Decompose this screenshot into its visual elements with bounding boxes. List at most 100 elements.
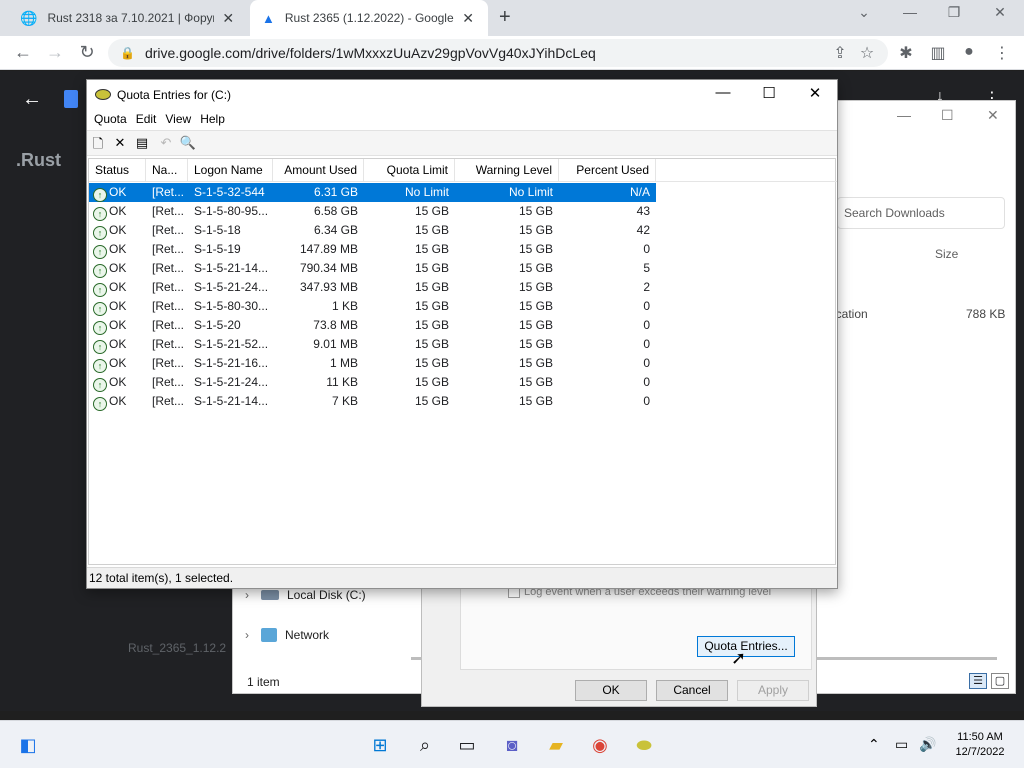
volume-icon[interactable]: 🔊 bbox=[919, 736, 936, 753]
cell-text: OK bbox=[109, 318, 127, 332]
column-header-amount-used[interactable]: Amount Used bbox=[273, 159, 364, 182]
address-bar[interactable]: 🔒 drive.google.com/drive/folders/1wMxxxz… bbox=[108, 39, 888, 67]
cell-warn: 15 GB bbox=[455, 202, 559, 221]
minimize-button[interactable]: — bbox=[898, 4, 922, 20]
side-panel-icon[interactable]: ▥ bbox=[928, 43, 948, 63]
bookmark-star-icon[interactable]: ☆ bbox=[857, 43, 877, 63]
cell-name: [Ret... bbox=[146, 278, 188, 297]
table-row[interactable]: ↑ OK [Ret... S-1-5-21-24... 347.93 MB 15 GB 15… bbox=[89, 278, 656, 297]
system-clock[interactable]: 11:50 AM 12/7/2022 bbox=[948, 730, 1012, 760]
close-icon[interactable]: ✕ bbox=[220, 10, 236, 27]
undo-icon[interactable]: ↶ bbox=[157, 135, 175, 153]
minimize-button[interactable]: — bbox=[897, 107, 911, 123]
table-row[interactable]: ↑ OK [Ret... S-1-5-18 6.34 GB 15 GB 15 GB 42 bbox=[89, 221, 656, 240]
search-downloads-input[interactable]: Search Downloads bbox=[837, 197, 1005, 229]
cell-text: [Ret... bbox=[152, 394, 185, 408]
task-view-icon[interactable]: ▭ bbox=[455, 733, 479, 757]
window-title-bar[interactable]: Quota Entries for (C:) — ☐ ✕ bbox=[87, 80, 837, 109]
column-header-name[interactable]: Na... bbox=[146, 159, 188, 182]
new-tab-button[interactable]: + bbox=[499, 6, 511, 29]
extensions-icon[interactable]: ✱ bbox=[896, 43, 916, 63]
properties-icon[interactable]: ▤ bbox=[133, 135, 151, 153]
reload-button[interactable]: ↻ bbox=[76, 42, 98, 63]
cell-pct: 5 bbox=[559, 259, 656, 278]
folder-title: .Rust bbox=[16, 150, 61, 170]
menu-quota[interactable]: Quota bbox=[94, 112, 127, 126]
close-window-button[interactable]: ✕ bbox=[988, 4, 1012, 21]
cell-pct: 2 bbox=[559, 278, 656, 297]
table-row[interactable]: ↑ OK [Ret... S-1-5-19 147.89 MB 15 GB 15 GB 0 bbox=[89, 240, 656, 259]
minimize-button[interactable]: — bbox=[709, 84, 737, 101]
tab-google-drive[interactable]: ▲ Rust 2365 (1.12.2022) - Google D ✕ bbox=[250, 0, 488, 36]
cell-text: S-1-5-80-95... bbox=[194, 204, 269, 218]
chrome-icon[interactable]: ◉ bbox=[588, 733, 612, 757]
table-row[interactable]: ↑ OK [Ret... S-1-5-32-544 6.31 GB No Limit No … bbox=[89, 183, 656, 202]
restore-button[interactable]: ❐ bbox=[942, 4, 966, 21]
tree-item-network[interactable]: › Network bbox=[245, 628, 329, 642]
table-row[interactable]: ↑ OK [Ret... S-1-5-21-52... 9.01 MB 15 GB 15 G… bbox=[89, 335, 656, 354]
close-window-button[interactable]: ✕ bbox=[987, 107, 999, 124]
cell-text: 15 GB bbox=[414, 204, 449, 218]
tree-item-local-disk[interactable]: › Local Disk (C:) bbox=[245, 588, 366, 602]
delete-icon[interactable]: ✕ bbox=[111, 135, 129, 153]
widgets-icon[interactable]: ◧ bbox=[16, 733, 40, 757]
drive-file-name[interactable]: Rust_2365_1.12.2 bbox=[128, 641, 226, 655]
maximize-button[interactable]: ☐ bbox=[755, 84, 783, 102]
apply-button[interactable]: Apply bbox=[737, 680, 809, 701]
table-row[interactable]: ↑ OK [Ret... S-1-5-80-95... 6.58 GB 15 GB 15 G… bbox=[89, 202, 656, 221]
column-header-warning-level[interactable]: Warning Level bbox=[455, 159, 559, 182]
cell-status: ↑ OK bbox=[89, 335, 146, 354]
start-menu-icon[interactable]: ⊞ bbox=[368, 733, 392, 757]
maximize-button[interactable]: ☐ bbox=[941, 107, 954, 124]
table-row[interactable]: ↑ OK [Ret... S-1-5-21-24... 11 KB 15 GB 15 GB 0 bbox=[89, 373, 656, 392]
menu-edit[interactable]: Edit bbox=[136, 112, 157, 126]
close-window-button[interactable]: ✕ bbox=[801, 84, 829, 102]
cell-used: 73.8 MB bbox=[273, 316, 364, 335]
cancel-button[interactable]: Cancel bbox=[656, 680, 728, 701]
chevron-up-icon[interactable]: ⌃ bbox=[868, 736, 880, 753]
cell-used: 1 KB bbox=[273, 297, 364, 316]
close-icon[interactable]: ✕ bbox=[460, 10, 476, 27]
column-header-status[interactable]: Status bbox=[89, 159, 146, 182]
file-explorer-icon[interactable]: ▰ bbox=[544, 733, 568, 757]
status-ok-icon: ↑ bbox=[93, 359, 107, 373]
network-status-icon[interactable]: ▭ bbox=[895, 736, 908, 753]
cell-limit: 15 GB bbox=[364, 240, 455, 259]
cell-used: 6.34 GB bbox=[273, 221, 364, 240]
cell-text: 15 GB bbox=[414, 280, 449, 294]
search-icon[interactable]: ⌕ bbox=[413, 733, 437, 757]
column-header-logon-name[interactable]: Logon Name bbox=[188, 159, 273, 182]
cell-text: OK bbox=[109, 242, 127, 256]
cell-text: 73.8 MB bbox=[313, 318, 358, 332]
table-row[interactable]: ↑ OK [Ret... S-1-5-80-30... 1 KB 15 GB 15 GB 0 bbox=[89, 297, 656, 316]
column-header-quota-limit[interactable]: Quota Limit bbox=[364, 159, 455, 182]
table-row[interactable]: ↑ OK [Ret... S-1-5-21-14... 7 KB 15 GB 15 GB 0 bbox=[89, 392, 656, 411]
cell-text: OK bbox=[109, 185, 127, 199]
tab-forum[interactable]: 🌐 Rust 2318 за 7.10.2021 | Форум ✕ bbox=[8, 0, 248, 36]
tiles-view-icon[interactable]: ▢ bbox=[991, 673, 1009, 689]
forward-button[interactable]: → bbox=[44, 42, 66, 63]
cell-text: OK bbox=[109, 375, 127, 389]
chat-icon[interactable]: ◙ bbox=[500, 733, 524, 757]
more-menu-icon[interactable]: ⋮ bbox=[992, 43, 1012, 63]
column-header-percent-used[interactable]: Percent Used bbox=[559, 159, 656, 182]
profile-avatar-icon[interactable]: ● bbox=[959, 43, 979, 61]
arrow-back-icon[interactable]: ← bbox=[22, 88, 42, 111]
back-button[interactable]: ← bbox=[12, 42, 34, 63]
cell-text: 2 bbox=[643, 280, 650, 294]
quota-app-taskbar-icon[interactable]: ⬬ bbox=[632, 733, 656, 757]
cell-text: S-1-5-21-14... bbox=[194, 261, 269, 275]
find-icon[interactable]: 🔍 bbox=[179, 135, 197, 153]
table-row[interactable]: ↑ OK [Ret... S-1-5-21-14... 790.34 MB 15 GB 15… bbox=[89, 259, 656, 278]
column-header-size[interactable]: Size bbox=[935, 247, 958, 261]
details-view-icon[interactable]: ☰ bbox=[969, 673, 987, 689]
share-icon[interactable]: ⇪ bbox=[830, 43, 850, 63]
menu-help[interactable]: Help bbox=[200, 112, 225, 126]
cell-status: ↑ OK bbox=[89, 392, 146, 411]
table-row[interactable]: ↑ OK [Ret... S-1-5-20 73.8 MB 15 GB 15 GB 0 bbox=[89, 316, 656, 335]
new-entry-icon[interactable]: 🗋 bbox=[89, 135, 107, 153]
chevron-down-icon[interactable]: ⌄ bbox=[852, 4, 876, 21]
ok-button[interactable]: OK bbox=[575, 680, 647, 701]
table-row[interactable]: ↑ OK [Ret... S-1-5-21-16... 1 MB 15 GB 15 GB 0 bbox=[89, 354, 656, 373]
menu-view[interactable]: View bbox=[165, 112, 191, 126]
